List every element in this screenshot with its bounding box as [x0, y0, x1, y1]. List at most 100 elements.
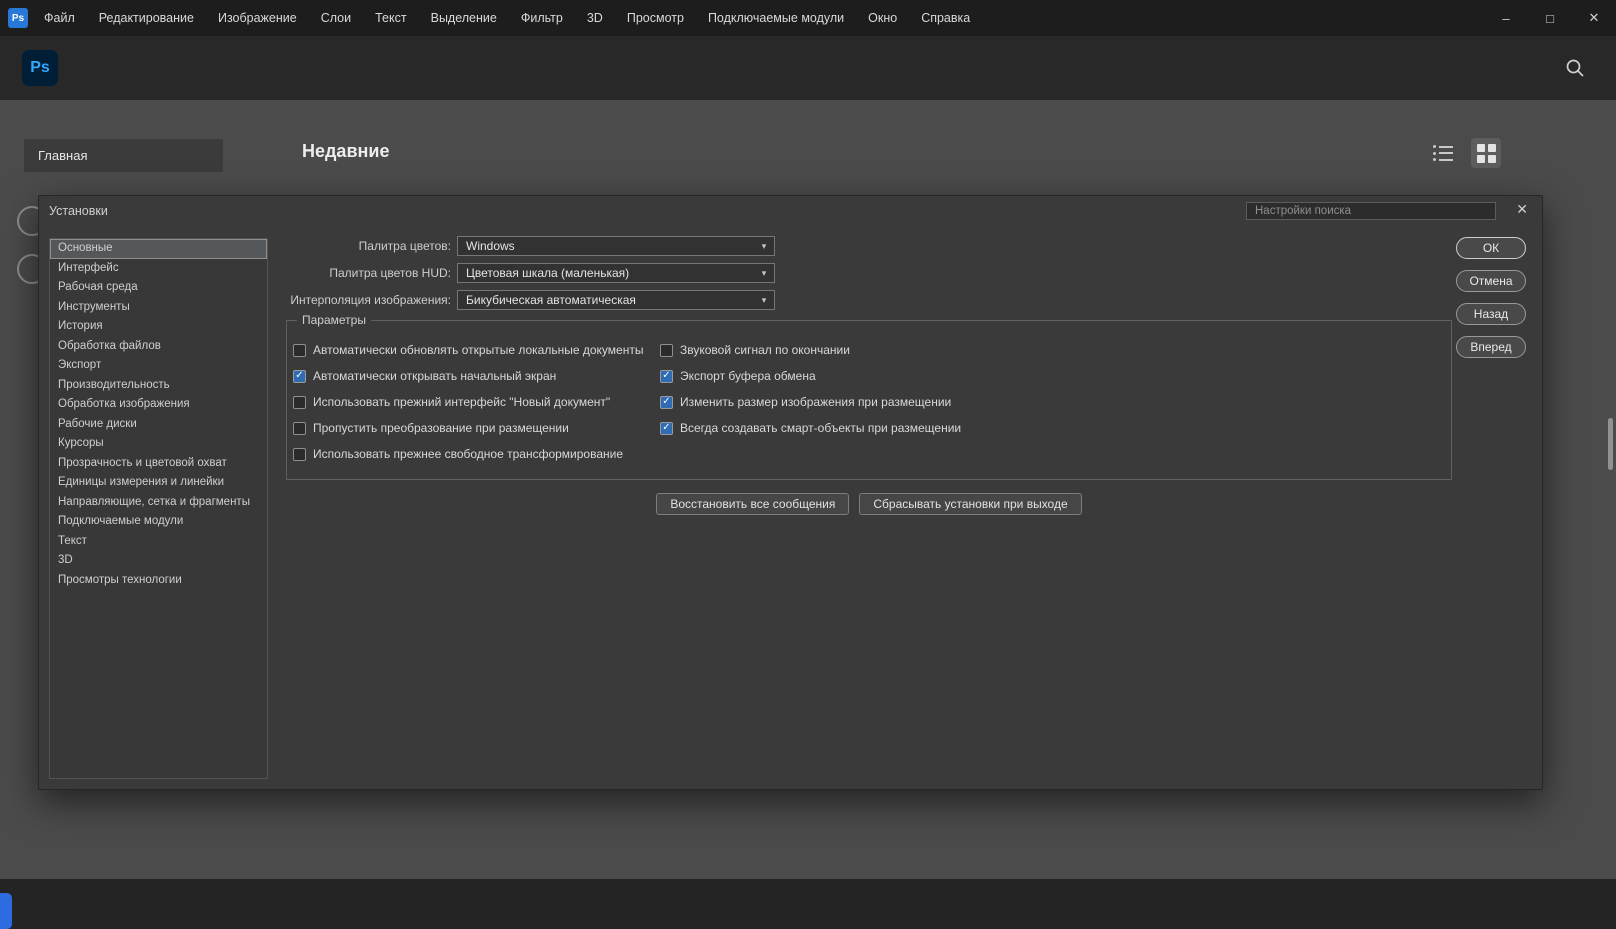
checkbox-label: Всегда создавать смарт-объекты при разме… — [680, 421, 962, 435]
menu-item[interactable]: Подключаемые модули — [708, 11, 844, 25]
app-header: Ps — [0, 36, 1616, 100]
menu-item[interactable]: Просмотр — [627, 11, 684, 25]
maximize-button[interactable]: □ — [1528, 0, 1572, 36]
checkbox[interactable] — [293, 421, 306, 435]
checkbox-label: Звуковой сигнал по окончании — [680, 343, 850, 357]
search-icon[interactable] — [1564, 57, 1586, 79]
checkbox-row: Пропустить преобразование при размещении — [293, 415, 660, 441]
dropdown-value: Windows — [466, 239, 515, 253]
cancel-button[interactable]: Отмена — [1456, 270, 1526, 292]
field-label: Палитра цветов: — [358, 239, 451, 253]
chevron-down-icon: ▾ — [761, 267, 767, 278]
checkbox[interactable] — [293, 343, 306, 357]
view-toggles — [1433, 138, 1501, 168]
menu-item[interactable]: Фильтр — [521, 11, 563, 25]
dropdown-fields: Палитра цветов: Windows ▾ Палитра цветов HU… — [286, 236, 1452, 310]
preferences-sidebar: Основные Интерфейс Рабочая среда Инструмент… — [49, 238, 268, 779]
preferences-category[interactable]: Рабочая среда — [50, 278, 267, 298]
menu-item[interactable]: Редактирование — [99, 11, 194, 25]
checkbox[interactable]: ✓ — [293, 369, 306, 383]
checkbox-row: Звуковой сигнал по окончании — [660, 337, 1441, 363]
preferences-content: Палитра цветов: Windows ▾ Палитра цветов HU… — [286, 236, 1452, 515]
preferences-category[interactable]: Просмотры технологии — [50, 571, 267, 591]
recent-section-title: Недавние — [302, 141, 390, 161]
grid-view-icon[interactable] — [1471, 138, 1501, 168]
menu-item[interactable]: Изображение — [218, 11, 297, 25]
preferences-category[interactable]: История — [50, 317, 267, 337]
checkbox[interactable]: ✓ — [660, 369, 673, 383]
checkbox-row: ✓ Экспорт буфера обмена — [660, 363, 1441, 389]
dropdown-select[interactable]: Цветовая шкала (маленькая) ▾ — [457, 263, 775, 283]
dialog-action-button[interactable]: Сбрасывать установки при выходе — [859, 493, 1082, 515]
field-row: Палитра цветов: Windows ▾ — [286, 236, 1452, 256]
menu-item[interactable]: Текст — [375, 11, 406, 25]
menu-item[interactable]: Окно — [868, 11, 897, 25]
chevron-down-icon: ▾ — [761, 294, 767, 305]
dialog-side-buttons: ОК Отмена Назад Вперед — [1456, 237, 1526, 358]
checkbox-label: Экспорт буфера обмена — [680, 369, 816, 383]
preferences-category[interactable]: Текст — [50, 532, 267, 552]
preferences-category[interactable]: Рабочие диски — [50, 415, 267, 435]
title-bar: Ps Файл Редактирование Изображение Слои Текс… — [0, 0, 1616, 36]
dropdown-select[interactable]: Бикубическая автоматическая ▾ — [457, 290, 775, 310]
menu-bar: Файл Редактирование Изображение Слои Текст Вы… — [44, 11, 970, 25]
footer-band — [0, 879, 1616, 929]
settings-search-input[interactable] — [1246, 202, 1496, 220]
preferences-category[interactable]: Направляющие, сетка и фрагменты — [50, 493, 267, 513]
checkbox[interactable]: ✓ — [660, 395, 673, 409]
dialog-title: Установки — [49, 204, 108, 218]
preferences-category[interactable]: 3D — [50, 551, 267, 571]
close-window-button[interactable]: ✕ — [1572, 0, 1616, 36]
checkbox[interactable]: ✓ — [660, 421, 673, 435]
checkbox[interactable] — [660, 343, 673, 357]
checkbox-row: ✓ Автоматически открывать начальный экран — [293, 363, 660, 389]
preferences-category[interactable]: Экспорт — [50, 356, 267, 376]
dropdown-select[interactable]: Windows ▾ — [457, 236, 775, 256]
checkbox-row: Использовать прежнее свободное трансформ… — [293, 441, 660, 467]
field-label: Палитра цветов HUD: — [329, 266, 451, 280]
dialog-close-icon[interactable]: ✕ — [1516, 201, 1528, 218]
menu-item[interactable]: 3D — [587, 11, 603, 25]
window-controls: – □ ✕ — [1484, 0, 1616, 36]
photoshop-logo: Ps — [22, 50, 58, 86]
options-group: Параметры Автоматически обновлять открыт… — [286, 313, 1452, 480]
preferences-category[interactable]: Обработка изображения — [50, 395, 267, 415]
preferences-category[interactable]: Курсоры — [50, 434, 267, 454]
field-row: Палитра цветов HUD: Цветовая шкала (мален… — [286, 263, 1452, 283]
menu-item[interactable]: Справка — [921, 11, 970, 25]
checkbox[interactable] — [293, 447, 306, 461]
preferences-category[interactable]: Основные — [50, 239, 267, 259]
checkbox-label: Автоматически открывать начальный экран — [313, 369, 557, 383]
photoshop-window: Ps Файл Редактирование Изображение Слои Текс… — [0, 0, 1616, 929]
menu-item[interactable]: Выделение — [431, 11, 497, 25]
preferences-category[interactable]: Производительность — [50, 376, 267, 396]
checkbox-label: Автоматически обновлять открытые локальн… — [313, 343, 644, 357]
menu-item[interactable]: Слои — [321, 11, 351, 25]
preferences-category[interactable]: Интерфейс — [50, 259, 267, 279]
dropdown-value: Цветовая шкала (маленькая) — [466, 266, 630, 280]
chevron-down-icon: ▾ — [761, 240, 767, 251]
preferences-dialog: Установки ✕ ОсновныеИнтерфейсРабочая сре… — [38, 195, 1543, 790]
preferences-category[interactable]: Подключаемые модули — [50, 512, 267, 532]
preferences-category[interactable]: Прозрачность и цветовой охват — [50, 454, 267, 474]
checkbox-row: Использовать прежний интерфейс "Новый до… — [293, 389, 660, 415]
list-view-icon[interactable] — [1433, 145, 1455, 161]
bottom-left-accent — [0, 893, 12, 929]
ok-button[interactable]: ОК — [1456, 237, 1526, 259]
dropdown-value: Бикубическая автоматическая — [466, 293, 636, 307]
preferences-category[interactable]: Инструменты — [50, 298, 267, 318]
forward-button[interactable]: Вперед — [1456, 336, 1526, 358]
preferences-category[interactable]: Обработка файлов — [50, 337, 267, 357]
sidebar-item-home[interactable]: Главная — [24, 139, 223, 172]
back-button[interactable]: Назад — [1456, 303, 1526, 325]
menu-item[interactable]: Файл — [44, 11, 75, 25]
minimize-button[interactable]: – — [1484, 0, 1528, 36]
app-icon: Ps — [8, 8, 28, 28]
dialog-action-button[interactable]: Восстановить все сообщения — [656, 493, 850, 515]
checkbox-label: Изменить размер изображения при размещен… — [680, 395, 952, 409]
preferences-category[interactable]: Единицы измерения и линейки — [50, 473, 267, 493]
checkbox[interactable] — [293, 395, 306, 409]
action-buttons: Восстановить все сообщения Сбрасывать уст… — [286, 493, 1452, 515]
scrollbar-thumb[interactable] — [1608, 418, 1613, 470]
checkbox-label: Использовать прежнее свободное трансформ… — [313, 447, 624, 461]
